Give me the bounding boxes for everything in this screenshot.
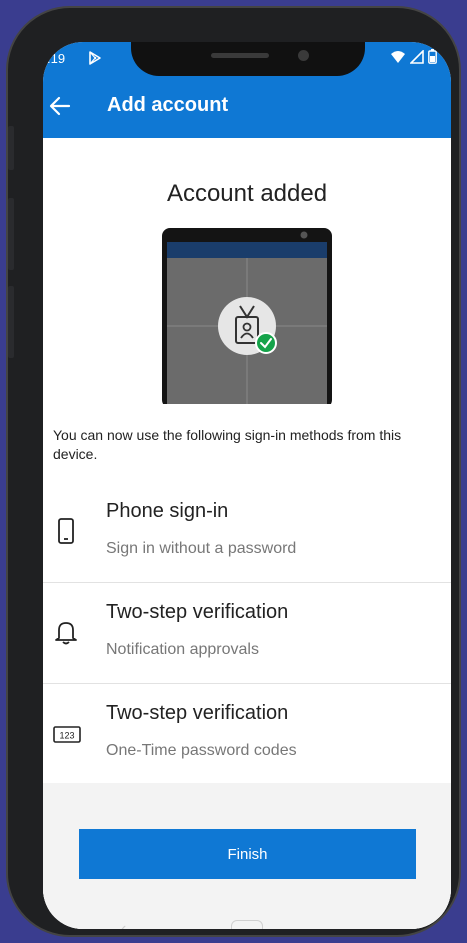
screen: :19 Add account Account added You can no… xyxy=(43,42,451,929)
status-time: :19 xyxy=(47,51,66,66)
finish-button[interactable]: Finish xyxy=(79,829,416,879)
app-bar-title: Add account xyxy=(107,94,229,116)
method-title: Two-step verification xyxy=(106,702,289,724)
battery-icon xyxy=(428,49,437,67)
system-nav-bar: ‹ xyxy=(43,910,451,929)
method-item-one-time-codes[interactable]: 123 Two-step verification One-Time passw… xyxy=(43,684,451,785)
signal-icon xyxy=(409,48,424,67)
method-subtitle: Sign in without a password xyxy=(106,540,297,557)
method-item-phone-sign-in[interactable]: Phone sign-in Sign in without a password xyxy=(43,482,451,583)
phone-icon xyxy=(53,518,79,544)
nav-home-pill[interactable] xyxy=(231,920,263,929)
method-subtitle: One-Time password codes xyxy=(106,742,297,759)
description-text: You can now use the following sign-in me… xyxy=(53,427,402,462)
camera-notch xyxy=(131,42,365,76)
wifi-icon xyxy=(390,50,406,67)
bottom-area: Finish ‹ xyxy=(43,783,451,929)
status-icons xyxy=(390,48,437,67)
code-123-icon: 123 xyxy=(53,722,83,748)
speaker-grill xyxy=(211,53,269,58)
phone-frame: :19 Add account Account added You can no… xyxy=(6,6,461,937)
side-button xyxy=(8,198,14,270)
main-content: Account added You can now use the follow… xyxy=(43,138,451,929)
method-title: Phone sign-in xyxy=(106,500,229,522)
nav-back-icon[interactable]: ‹ xyxy=(121,920,126,929)
back-arrow-icon[interactable] xyxy=(47,92,75,120)
side-button xyxy=(8,126,14,170)
sign-in-methods-list: Phone sign-in Sign in without a password… xyxy=(43,482,451,782)
app-bar: Add account xyxy=(43,76,451,138)
method-subtitle: Notification approvals xyxy=(106,641,259,658)
side-button xyxy=(8,286,14,358)
code-123-icon-label: 123 xyxy=(59,731,74,741)
device-illustration xyxy=(162,228,332,408)
method-title: Two-step verification xyxy=(106,601,289,623)
play-store-icon xyxy=(87,50,103,69)
method-item-notification-approvals[interactable]: Two-step verification Notification appro… xyxy=(43,583,451,684)
bell-icon xyxy=(53,619,79,645)
page-title: Account added xyxy=(166,180,328,207)
front-camera xyxy=(298,50,309,61)
